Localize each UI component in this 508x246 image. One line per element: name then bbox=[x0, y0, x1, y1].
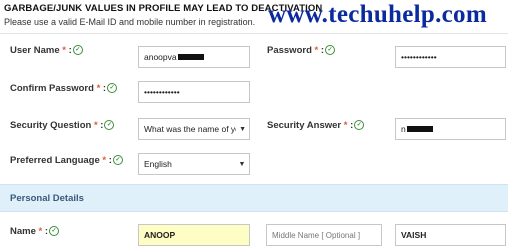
chevron-down-icon[interactable]: ▼ bbox=[236, 119, 249, 139]
security-answer-field[interactable]: n bbox=[395, 118, 506, 140]
preferred-language-select[interactable]: English ▼ bbox=[138, 153, 250, 175]
redaction bbox=[406, 126, 433, 132]
check-icon: ✓ bbox=[112, 155, 123, 166]
chevron-down-icon[interactable]: ▼ bbox=[235, 154, 249, 174]
password-field[interactable]: •••••••••••• bbox=[395, 46, 506, 68]
confirm-password-field[interactable]: •••••••••••• bbox=[138, 81, 250, 103]
first-name-field[interactable]: ANOOP bbox=[138, 224, 250, 246]
personal-details-header: Personal Details bbox=[0, 184, 508, 212]
check-icon: ✓ bbox=[72, 45, 83, 56]
registration-hint: Please use a valid E-Mail ID and mobile … bbox=[4, 17, 256, 27]
last-name-field[interactable]: VAISH bbox=[395, 224, 506, 246]
check-icon: ✓ bbox=[49, 226, 60, 237]
name-label: Name * : ✓ bbox=[10, 226, 60, 237]
confirm-password-label: Confirm Password * : ✓ bbox=[10, 83, 118, 94]
security-answer-label: Security Answer * : ✓ bbox=[267, 120, 365, 131]
security-question-select[interactable]: What was the name of you ▼ bbox=[138, 118, 250, 140]
check-icon: ✓ bbox=[107, 83, 118, 94]
check-icon: ✓ bbox=[325, 45, 336, 56]
preferred-language-label: Preferred Language * : ✓ bbox=[10, 155, 123, 166]
password-label: Password * : ✓ bbox=[267, 45, 336, 56]
username-field[interactable]: anoopva bbox=[138, 46, 250, 68]
check-icon: ✓ bbox=[104, 120, 115, 131]
redaction bbox=[177, 54, 204, 60]
watermark: www.techuhelp.com bbox=[268, 1, 487, 28]
check-icon: ✓ bbox=[354, 120, 365, 131]
middle-name-field[interactable]: Middle Name [ Optional ] bbox=[266, 224, 382, 246]
divider bbox=[0, 33, 508, 34]
username-label: User Name * : ✓ bbox=[10, 45, 83, 56]
security-question-label: Security Question * : ✓ bbox=[10, 120, 115, 131]
